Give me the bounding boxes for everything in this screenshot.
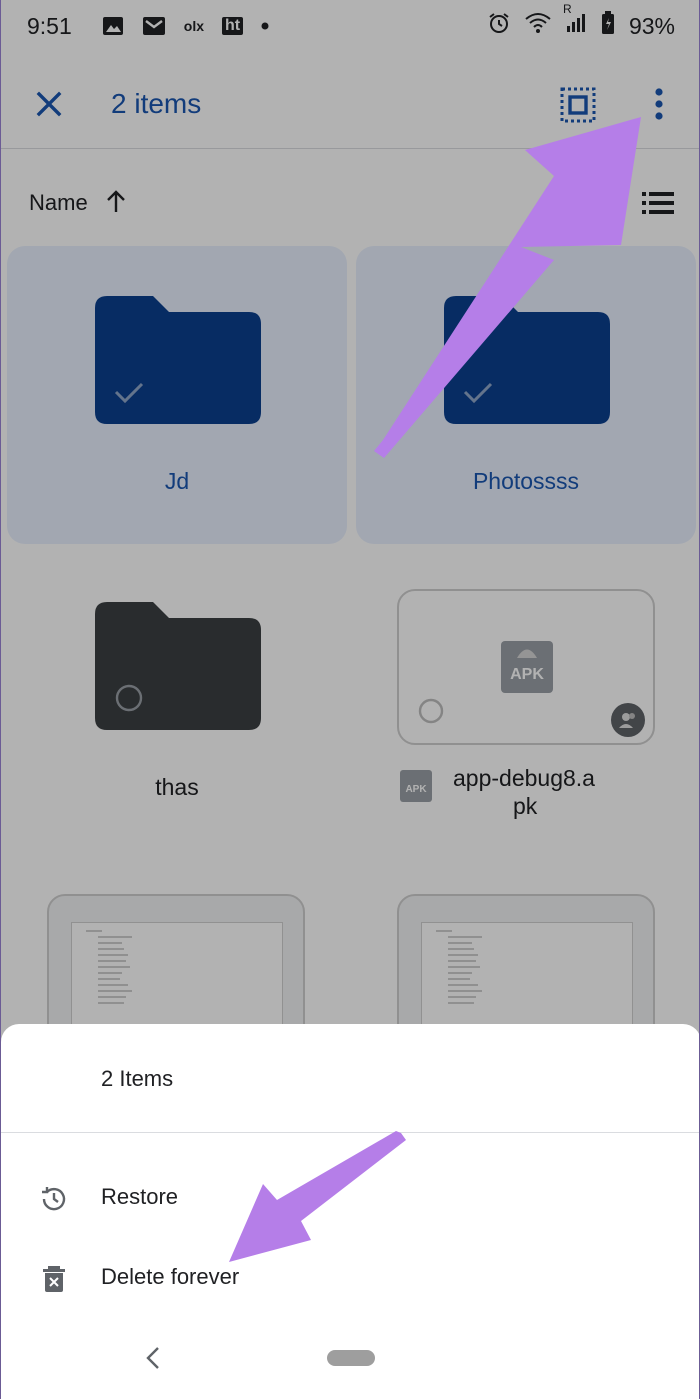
system-nav-bar (1, 1330, 699, 1390)
delete-forever-label: Delete forever (101, 1264, 240, 1289)
screen: 9:51 olx ht R 93% 2 items Name Jd Photos… (0, 0, 700, 1399)
actions-bottom-sheet: 2 Items Restore Delete forever (1, 1024, 699, 1399)
sheet-title: 2 Items (101, 1066, 174, 1091)
nav-back-icon[interactable] (143, 1346, 163, 1370)
delete-forever-icon (43, 1266, 65, 1292)
restore-history-icon (42, 1187, 66, 1211)
restore-menu-item[interactable]: Restore (1, 1162, 699, 1232)
restore-label: Restore (101, 1184, 179, 1209)
delete-forever-menu-item[interactable]: Delete forever (1, 1242, 699, 1312)
nav-home-pill[interactable] (327, 1350, 375, 1366)
sheet-divider (1, 1132, 699, 1133)
